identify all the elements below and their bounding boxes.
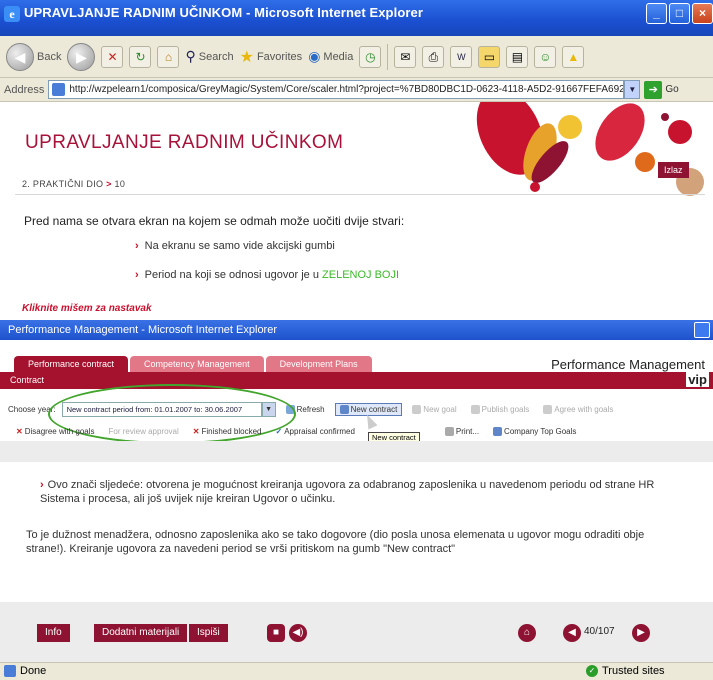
cross-icon: ✕: [16, 426, 23, 436]
home-icon[interactable]: ⌂: [518, 624, 536, 642]
audio-icon[interactable]: ◀): [289, 624, 307, 642]
page-icon: [52, 83, 66, 96]
home-icon[interactable]: ⌂: [157, 45, 180, 68]
address-label: Address: [4, 83, 45, 96]
app-title: Performance Management: [551, 357, 705, 372]
security-zone: Trusted sites: [602, 665, 665, 677]
history-icon[interactable]: ◷: [359, 45, 382, 68]
search-icon: ⚲: [185, 48, 196, 64]
exit-button[interactable]: Izlaz: [658, 162, 689, 178]
search-button[interactable]: ⚲ Search: [185, 48, 233, 65]
click-prompt[interactable]: Kliknite mišem za nastavak: [22, 303, 152, 314]
back-button[interactable]: ◀ Back: [6, 42, 61, 71]
tab-development-plans[interactable]: Development Plans: [265, 356, 372, 372]
status-bar: Done ✓ Trusted sites: [0, 662, 713, 680]
ie-icon: e: [4, 6, 20, 22]
refresh-icon[interactable]: ↻: [129, 45, 152, 68]
bullet-item: › Period na koji se odnosi ugovor je u ZE…: [135, 269, 400, 281]
previous-icon[interactable]: ◀: [563, 624, 581, 642]
finished-button[interactable]: ✕ Finished blocked: [189, 426, 266, 437]
arrow-icon: ›: [40, 479, 44, 491]
close-button[interactable]: ×: [692, 3, 713, 24]
tab-performance-contract[interactable]: Performance contract: [14, 356, 129, 372]
research-icon[interactable]: ▤: [506, 45, 529, 68]
maximize-button[interactable]: □: [669, 3, 690, 24]
media-icon: ◉: [308, 48, 321, 64]
explanation-paragraph-2: To je dužnost menadžera, odnosno zaposle…: [26, 529, 645, 555]
word-icon[interactable]: W: [450, 45, 473, 68]
bullet-item: › Na ekranu se samo vide akcijski gumbi: [135, 240, 335, 252]
disagree-button[interactable]: ✕ Disagree with goals: [12, 426, 99, 437]
new-goal-button[interactable]: New goal: [408, 404, 460, 415]
print-button[interactable]: Print...: [441, 426, 483, 437]
print-icon: [444, 426, 454, 436]
check-icon: [543, 404, 553, 414]
section-title: Contract: [10, 375, 45, 385]
stop-icon[interactable]: ■: [267, 624, 285, 642]
materials-button[interactable]: Dodatni materijali: [94, 624, 188, 642]
info-button[interactable]: Info: [37, 624, 70, 642]
address-dropdown-icon[interactable]: ▼: [624, 80, 641, 99]
forward-button[interactable]: ▶: [67, 42, 96, 71]
for-review-button[interactable]: For review approval: [105, 426, 183, 437]
back-arrow-icon: ◀: [6, 42, 34, 71]
course-page: UPRAVLJANJE RADNIM UČINKOM Izlaz 2. PRAK…: [0, 102, 713, 320]
publish-icon: [470, 404, 480, 414]
page-icon: [4, 665, 16, 677]
mail-icon[interactable]: ✉: [394, 45, 417, 68]
outer-window-titlebar: e UPRAVLJANJE RADNIM UČINKOM - Microsoft…: [0, 0, 713, 36]
next-icon[interactable]: ▶: [632, 624, 650, 642]
check-icon: ✓: [275, 426, 283, 436]
print-icon[interactable]: ⎙: [422, 45, 445, 68]
minimize-button[interactable]: _: [646, 3, 667, 24]
course-navigation: Info Dodatni materijali Ispiši ■ ◀) ⌂ ◀ …: [0, 602, 713, 662]
goals-icon: [493, 426, 503, 436]
tab-competency-management[interactable]: Competency Management: [130, 356, 264, 372]
arrow-icon: ›: [135, 240, 139, 252]
star-icon: ★: [239, 48, 254, 66]
inner-window-titlebar: Performance Management - Microsoft Inter…: [0, 320, 713, 340]
arrow-icon: ›: [135, 269, 139, 281]
favorites-button[interactable]: ★ Favorites: [240, 47, 303, 67]
explanation-paragraph-1: › Ovo znači sljedeće: otvorena je mogućno…: [40, 479, 655, 505]
stop-icon[interactable]: ✕: [101, 45, 124, 68]
print-course-button[interactable]: Ispiši: [189, 624, 228, 642]
flower-decoration: [476, 102, 704, 196]
intro-text: Pred nama se otvara ekran na kojem se od…: [24, 214, 405, 228]
document-icon: [339, 404, 349, 414]
go-arrow-icon[interactable]: ➔: [644, 80, 663, 99]
messenger-icon[interactable]: ☺: [534, 45, 557, 68]
media-button[interactable]: ◉ Media: [308, 48, 353, 65]
address-bar: Address http://wzpelearn1/composica/Grey…: [0, 78, 713, 102]
agree-goals-button[interactable]: Agree with goals: [539, 404, 617, 415]
status-text: Done: [20, 665, 47, 677]
action-toolbar-2: ✕ Disagree with goals For review approva…: [0, 421, 713, 441]
vip-logo: vip: [686, 372, 709, 387]
appraisal-button[interactable]: ✓ Appraisal confirmed: [272, 426, 359, 437]
trusted-check-icon: ✓: [586, 665, 598, 677]
aim-icon[interactable]: ▲: [562, 45, 585, 68]
browser-toolbar: ◀ Back ▶ ✕ ↻ ⌂ ⚲ Search ★ Favorites ◉ Me…: [0, 36, 713, 78]
forward-arrow-icon: ▶: [67, 42, 96, 71]
breadcrumb: 2. PRAKTIČNI DIO > 10: [22, 179, 126, 189]
course-title: UPRAVLJANJE RADNIM UČINKOM: [25, 132, 344, 153]
explanation-panel: › Ovo znači sljedeće: otvorena je mogućno…: [0, 462, 713, 602]
section-bar: Contract vip: [0, 372, 713, 389]
goal-icon: [412, 404, 422, 414]
inner-restore-button[interactable]: [694, 322, 710, 338]
go-button[interactable]: Go: [665, 84, 678, 95]
window-title: UPRAVLJANJE RADNIM UČINKOM - Microsoft I…: [24, 5, 424, 20]
address-input[interactable]: http://wzpelearn1/composica/GreyMagic/Sy…: [48, 80, 625, 99]
cross-icon: ✕: [192, 426, 200, 436]
company-goals-button[interactable]: Company Top Goals: [489, 426, 580, 437]
folder-icon[interactable]: ▭: [478, 45, 501, 68]
page-indicator: 40/107: [584, 626, 615, 637]
publish-goals-button[interactable]: Publish goals: [467, 404, 534, 415]
